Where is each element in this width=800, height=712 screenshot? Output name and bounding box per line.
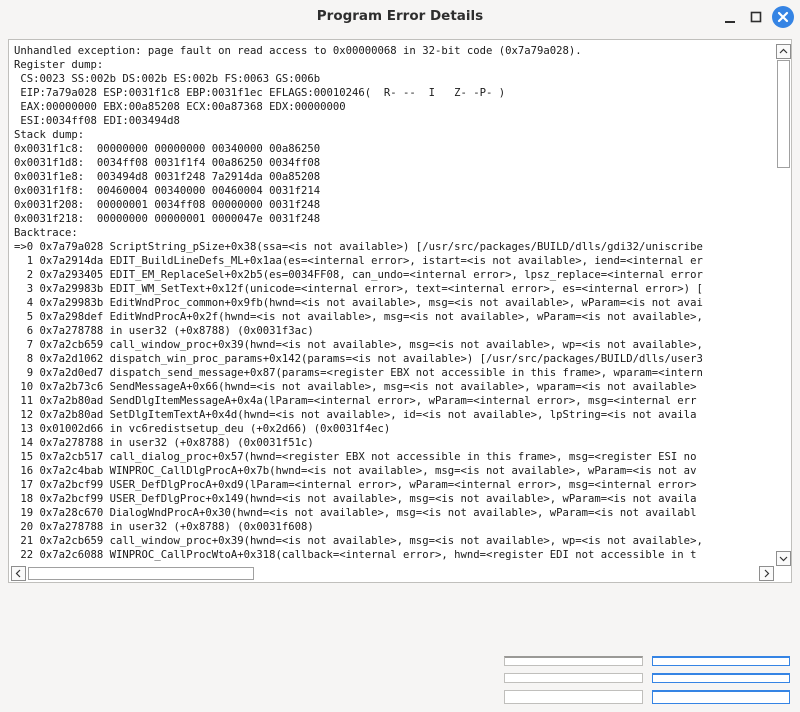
arrow-right-icon <box>764 569 770 578</box>
error-line: 5 0x7a298def EditWndProcA+0x2f(hwnd=<is … <box>14 311 703 323</box>
error-line: 18 0x7a2bcf99 USER_DefDlgProc+0x149(hwnd… <box>14 493 697 505</box>
minimize-button[interactable] <box>720 7 740 27</box>
error-line: 3 0x7a29983b EDIT_WM_SetText+0x12f(unico… <box>14 283 703 295</box>
error-line: 16 0x7a2c4bab WINPROC_CallDlgProcA+0x7b(… <box>14 465 697 477</box>
error-line: 15 0x7a2cb517 call_dialog_proc+0x57(hwnd… <box>14 451 697 463</box>
maximize-icon <box>750 11 762 23</box>
dialog-button-4[interactable] <box>652 673 790 683</box>
minimize-icon <box>725 21 735 23</box>
error-line: Register dump: <box>14 59 104 71</box>
error-line: 8 0x7a2d1062 dispatch_win_proc_params+0x… <box>14 353 703 365</box>
error-line: EIP:7a79a028 ESP:0031f1c8 EBP:0031f1ec E… <box>14 87 506 99</box>
error-line: Unhandled exception: page fault on read … <box>14 45 582 57</box>
error-line: 4 0x7a29983b EditWndProc_common+0x9fb(hw… <box>14 297 703 309</box>
vertical-scroll-thumb[interactable] <box>777 60 790 168</box>
error-line: =>0 0x7a79a028 ScriptString_pSize+0x38(s… <box>14 241 703 253</box>
error-details-text[interactable]: Unhandled exception: page fault on read … <box>14 44 774 563</box>
error-line: 1 0x7a2914da EDIT_BuildLineDefs_ML+0x1aa… <box>14 255 703 267</box>
error-line: ESI:0034ff08 EDI:003494d8 <box>14 115 180 127</box>
arrow-down-icon <box>779 556 788 562</box>
error-line: 0x0031f1e8: 003494d8 0031f248 7a2914da 0… <box>14 171 321 183</box>
dialog-button-1[interactable] <box>504 656 643 666</box>
horizontal-scrollbar[interactable] <box>11 566 775 581</box>
arrow-up-icon <box>779 48 788 54</box>
error-line: 0x0031f1c8: 00000000 00000000 00340000 0… <box>14 143 321 155</box>
scroll-up-button[interactable] <box>776 44 791 59</box>
error-line: 17 0x7a2bcf99 USER_DefDlgProcA+0xd9(lPar… <box>14 479 697 491</box>
error-line: 2 0x7a293405 EDIT_EM_ReplaceSel+0x2b5(es… <box>14 269 703 281</box>
scroll-right-button[interactable] <box>759 566 774 581</box>
vertical-scrollbar[interactable] <box>776 42 791 566</box>
error-line: 10 0x7a2b73c6 SendMessageA+0x66(hwnd=<is… <box>14 381 697 393</box>
dialog-button-5[interactable] <box>504 690 643 704</box>
error-details-textbox[interactable]: Unhandled exception: page fault on read … <box>8 39 792 583</box>
error-line: 11 0x7a2b80ad SendDlgItemMessageA+0x4a(l… <box>14 395 697 407</box>
title-bar: Program Error Details <box>0 0 800 34</box>
dialog-button-2[interactable] <box>652 656 790 666</box>
dialog-button-6[interactable] <box>652 690 790 704</box>
error-line: 13 0x01002d66 in vc6redistsetup_deu (+0x… <box>14 423 391 435</box>
horizontal-scroll-thumb[interactable] <box>28 567 254 580</box>
error-line: 0x0031f1d8: 0034ff08 0031f1f4 00a86250 0… <box>14 157 321 169</box>
error-line: 9 0x7a2d0ed7 dispatch_send_message+0x87(… <box>14 367 703 379</box>
error-line: 7 0x7a2cb659 call_window_proc+0x39(hwnd=… <box>14 339 703 351</box>
error-line: 20 0x7a278788 in user32 (+0x8788) (0x003… <box>14 521 314 533</box>
error-line: 12 0x7a2b80ad SetDlgItemTextA+0x4d(hwnd=… <box>14 409 697 421</box>
error-line: Stack dump: <box>14 129 85 141</box>
maximize-button[interactable] <box>746 7 766 27</box>
error-line: 0x0031f1f8: 00460004 00340000 00460004 0… <box>14 185 321 197</box>
error-line: 19 0x7a28c670 DialogWndProcA+0x30(hwnd=<… <box>14 507 697 519</box>
error-line: CS:0023 SS:002b DS:002b ES:002b FS:0063 … <box>14 73 321 85</box>
close-button[interactable] <box>772 6 794 28</box>
error-line: Backtrace: <box>14 227 78 239</box>
window-title: Program Error Details <box>316 8 484 24</box>
error-line: 21 0x7a2cb659 call_window_proc+0x39(hwnd… <box>14 535 703 547</box>
scroll-left-button[interactable] <box>11 566 26 581</box>
error-line: 0x0031f218: 00000000 00000001 0000047e 0… <box>14 213 321 225</box>
error-line: 14 0x7a278788 in user32 (+0x8788) (0x003… <box>14 437 314 449</box>
arrow-left-icon <box>15 569 21 578</box>
error-line: 22 0x7a2c6088 WINPROC_CallProcWtoA+0x318… <box>14 549 697 561</box>
error-line: 6 0x7a278788 in user32 (+0x8788) (0x0031… <box>14 325 314 337</box>
scroll-down-button[interactable] <box>776 551 791 566</box>
close-icon <box>777 11 789 23</box>
error-line: 0x0031f208: 00000001 0034ff08 00000000 0… <box>14 199 321 211</box>
dialog-button-3[interactable] <box>504 673 643 683</box>
error-line: EAX:00000000 EBX:00a85208 ECX:00a87368 E… <box>14 101 346 113</box>
